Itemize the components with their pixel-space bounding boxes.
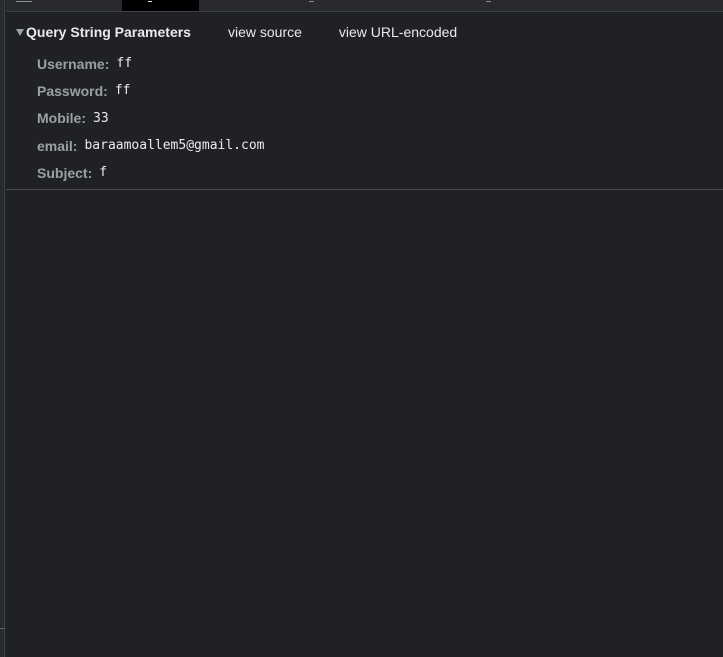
param-row-email: email: baraamoallem5@gmail.com xyxy=(37,132,264,159)
param-key: Mobile: xyxy=(37,110,86,127)
triangle-down-icon[interactable] xyxy=(16,28,24,36)
param-row-mobile: Mobile: 33 xyxy=(37,105,264,132)
gutter-notch xyxy=(0,628,5,629)
param-value: f xyxy=(99,165,108,181)
view-url-encoded-link[interactable]: view URL-encoded xyxy=(339,24,457,40)
devtools-payload-panel: Query String Parameters view source view… xyxy=(0,0,723,657)
params-list: Username: ff Password: ff Mobile: 33 ema… xyxy=(37,50,264,186)
param-row-subject: Subject: f xyxy=(37,159,264,186)
left-gutter xyxy=(0,0,5,657)
section-title[interactable]: Query String Parameters xyxy=(26,24,191,40)
section-header: Query String Parameters view source view… xyxy=(6,22,457,42)
param-key: Password: xyxy=(37,82,108,99)
param-value: 33 xyxy=(93,110,109,126)
query-string-parameters-section: Query String Parameters view source view… xyxy=(6,12,723,190)
view-source-link[interactable]: view source xyxy=(228,24,302,40)
param-key: email: xyxy=(37,137,78,154)
tab-bar xyxy=(6,0,723,12)
tab-payload[interactable] xyxy=(122,0,199,11)
param-key: Subject: xyxy=(37,164,93,181)
param-key: Username: xyxy=(37,55,110,72)
param-value: ff xyxy=(114,83,131,99)
param-row-username: Username: ff xyxy=(37,50,264,77)
tab-response[interactable] xyxy=(309,0,314,2)
tab-payload-label-fragment xyxy=(148,0,152,2)
param-value: baraamoallem5@gmail.com xyxy=(84,138,265,154)
empty-panel-area xyxy=(6,190,723,657)
tab-timing[interactable] xyxy=(486,0,491,2)
param-value: ff xyxy=(116,56,133,72)
tab-headers[interactable] xyxy=(16,0,32,2)
param-row-password: Password: ff xyxy=(37,77,264,104)
